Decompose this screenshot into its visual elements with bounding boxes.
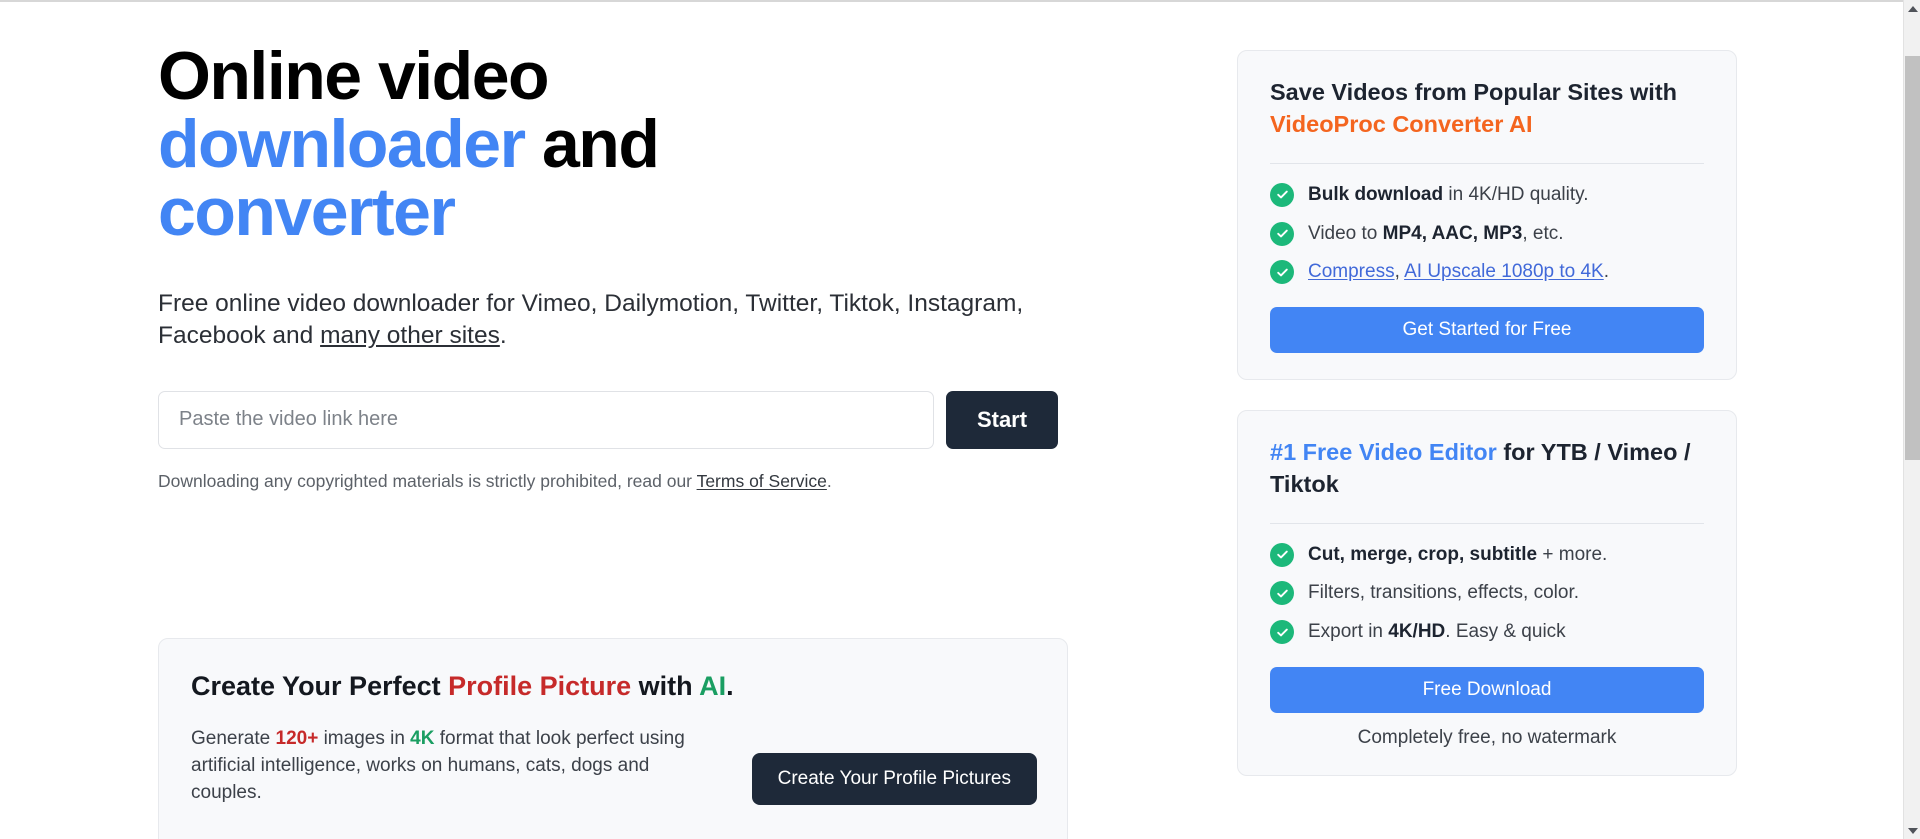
- profile-picture-promo-card: Create Your Perfect Profile Picture with…: [158, 638, 1068, 839]
- feature-item: Compress, AI Upscale 1080p to 4K.: [1270, 259, 1704, 285]
- vertical-scrollbar[interactable]: [1903, 0, 1920, 839]
- compress-link[interactable]: Compress: [1308, 261, 1395, 282]
- promo-title-text-1: Create Your Perfect: [191, 671, 449, 701]
- title-line-2: downloader and: [158, 110, 1068, 178]
- feature-item: Filters, transitions, effects, color.: [1270, 580, 1704, 606]
- scroll-down-arrow-icon[interactable]: [1904, 822, 1920, 839]
- promo-title: Create Your Perfect Profile Picture with…: [191, 669, 751, 705]
- feature-bold: Bulk download: [1308, 183, 1444, 205]
- feature-text: Cut, merge, crop, subtitle + more.: [1308, 542, 1607, 568]
- video-url-input[interactable]: [158, 390, 934, 449]
- get-started-for-free-button[interactable]: Get Started for Free: [1270, 306, 1704, 353]
- no-watermark-note: Completely free, no watermark: [1357, 726, 1617, 748]
- feature-text: Export in 4K/HD. Easy & quick: [1308, 619, 1566, 645]
- feature-bold: 4K/HD: [1388, 621, 1446, 643]
- video-editor-promo-card: #1 Free Video Editor for YTB / Vimeo / T…: [1237, 409, 1737, 776]
- check-icon: [1270, 260, 1294, 285]
- video-editor-highlight: #1 Free Video Editor: [1270, 438, 1497, 465]
- free-download-button[interactable]: Free Download: [1270, 666, 1704, 713]
- promo-body-quality: 4K: [410, 727, 435, 749]
- check-icon: [1270, 182, 1294, 207]
- subtitle-text-1: Free online video downloader for Vimeo, …: [158, 290, 1024, 350]
- subtitle-text-2: .: [499, 322, 507, 350]
- feature-bold: Cut, merge, crop, subtitle: [1308, 543, 1538, 565]
- feature-rest: . Easy & quick: [1445, 621, 1566, 643]
- page-title: Online video downloader and converter: [158, 42, 1068, 246]
- hero-subtitle: Free online video downloader for Vimeo, …: [158, 288, 1058, 353]
- feature-item: Video to MP4, AAC, MP3, etc.: [1270, 221, 1704, 247]
- ai-upscale-link[interactable]: AI Upscale 1080p to 4K: [1404, 261, 1604, 282]
- card-divider: [1270, 522, 1704, 524]
- feature-plain: Video to: [1308, 222, 1383, 244]
- feature-plain: Export in: [1308, 621, 1389, 643]
- videoproc-title-text: Save Videos from Popular Sites with: [1270, 79, 1678, 105]
- sidebar: Save Videos from Popular Sites with Vide…: [1237, 50, 1737, 806]
- terms-of-service-link[interactable]: Terms of Service: [697, 471, 827, 491]
- feature-bold: MP4, AAC, MP3: [1382, 222, 1523, 244]
- check-icon: [1270, 542, 1294, 567]
- feature-rest: in 4K/HD quality.: [1443, 183, 1589, 205]
- feature-rest: + more.: [1537, 543, 1608, 565]
- videoproc-promo-card: Save Videos from Popular Sites with Vide…: [1237, 50, 1737, 380]
- title-accent-converter: converter: [158, 174, 456, 250]
- scroll-up-arrow-icon[interactable]: [1904, 0, 1920, 17]
- hero-section: Online video downloader and converter Fr…: [158, 42, 1068, 492]
- promo-body-text-2: images in: [318, 727, 411, 749]
- video-editor-card-title: #1 Free Video Editor for YTB / Vimeo / T…: [1270, 437, 1704, 501]
- page-content: Online video downloader and converter Fr…: [0, 2, 1903, 839]
- legal-text-1: Downloading any copyrighted materials is…: [158, 470, 697, 491]
- videoproc-card-title: Save Videos from Popular Sites with Vide…: [1270, 77, 1704, 141]
- promo-body-count: 120+: [275, 727, 319, 749]
- browser-viewport: Online video downloader and converter Fr…: [0, 0, 1920, 839]
- promo-title-highlight-green: AI: [699, 671, 727, 701]
- feature-text: Bulk download in 4K/HD quality.: [1308, 182, 1589, 208]
- legal-text-2: .: [826, 470, 832, 491]
- feature-separator: ,: [1394, 261, 1405, 283]
- card-divider: [1270, 162, 1704, 164]
- check-icon: [1270, 620, 1294, 645]
- feature-rest: .: [1603, 261, 1610, 283]
- videoproc-brand-name: VideoProc Converter AI: [1270, 110, 1533, 137]
- feature-rest: , etc.: [1522, 222, 1564, 244]
- download-form: Start: [158, 390, 1058, 449]
- title-rest-and: and: [524, 106, 660, 182]
- feature-item: Export in 4K/HD. Easy & quick: [1270, 619, 1704, 645]
- create-profile-pictures-button[interactable]: Create Your Profile Pictures: [751, 753, 1037, 805]
- feature-item: Bulk download in 4K/HD quality.: [1270, 182, 1704, 208]
- promo-title-text-2: with: [631, 671, 700, 701]
- legal-disclaimer: Downloading any copyrighted materials is…: [158, 471, 1068, 492]
- feature-item: Cut, merge, crop, subtitle + more.: [1270, 542, 1704, 568]
- promo-title-text-3: .: [726, 671, 734, 701]
- promo-body-text-1: Generate: [191, 727, 276, 749]
- scrollbar-thumb[interactable]: [1905, 56, 1920, 460]
- title-accent-downloader: downloader: [158, 106, 526, 182]
- start-button[interactable]: Start: [946, 390, 1058, 449]
- title-line-1: Online video: [158, 38, 550, 114]
- feature-text: Video to MP4, AAC, MP3, etc.: [1308, 221, 1564, 247]
- check-icon: [1270, 221, 1294, 246]
- check-icon: [1270, 581, 1294, 606]
- feature-text: Filters, transitions, effects, color.: [1308, 582, 1580, 604]
- promo-description: Generate 120+ images in 4K format that l…: [191, 725, 721, 806]
- feature-text: Compress, AI Upscale 1080p to 4K.: [1308, 259, 1609, 285]
- many-other-sites-link[interactable]: many other sites: [320, 322, 500, 349]
- promo-title-highlight-red: Profile Picture: [448, 671, 632, 701]
